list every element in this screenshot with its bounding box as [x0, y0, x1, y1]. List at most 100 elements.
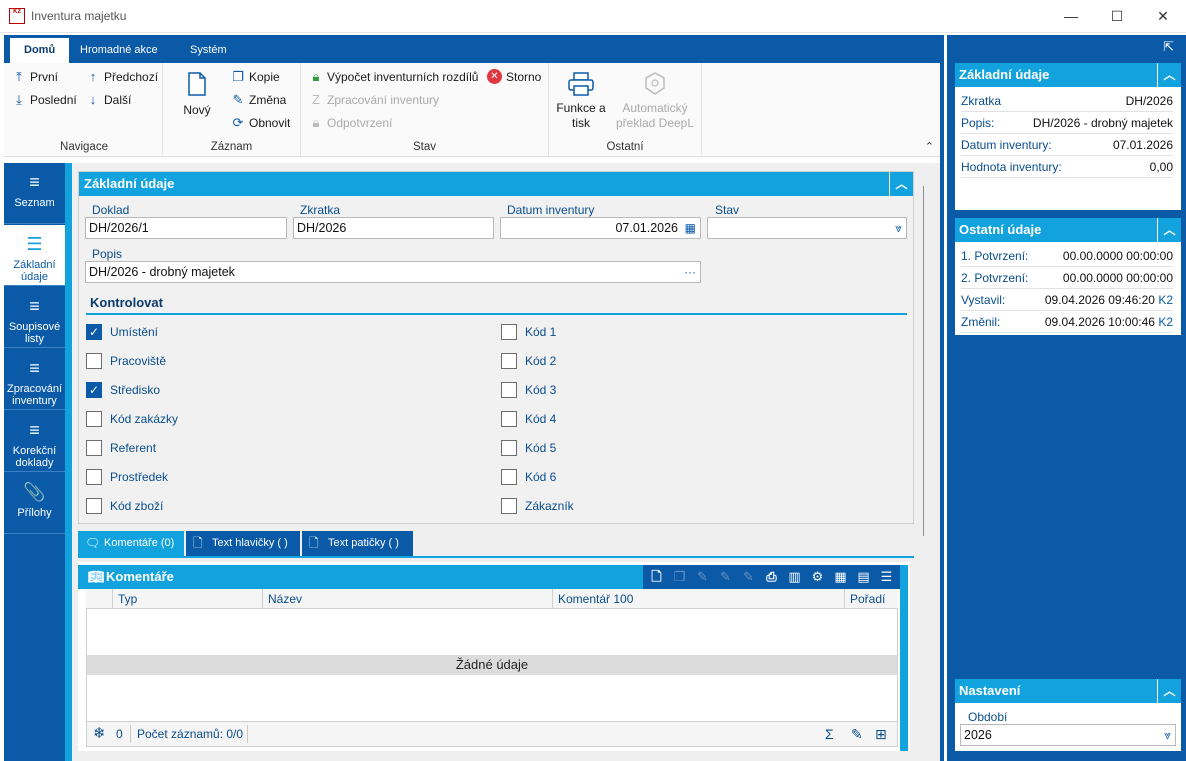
checkbox-referent[interactable]: Referent — [86, 440, 156, 456]
nav-item-zakladni-udaje[interactable]: ☰ Základní údaje — [4, 225, 65, 286]
minimize-button[interactable]: — — [1048, 0, 1094, 32]
tab-domu[interactable]: Domů — [10, 38, 70, 63]
checkbox-box[interactable] — [501, 353, 517, 369]
checkbox-box[interactable]: ✓ — [86, 324, 102, 340]
grid-scrollbar[interactable] — [900, 565, 908, 751]
doklad-field[interactable]: DH/2026/1 — [85, 217, 287, 239]
tab-text-paticky[interactable]: 🗋 Text patičky ( ) — [302, 531, 413, 556]
unconfirm-button[interactable]: 🔒︎ Odpotvrzení — [309, 115, 393, 131]
checkbox-box[interactable] — [501, 324, 517, 340]
tab-hromadne-akce[interactable]: Hromadné akce — [66, 38, 172, 63]
collapse-chevron-icon[interactable]: ︿ — [1157, 679, 1181, 703]
storno-button[interactable]: ✕ Storno — [487, 69, 541, 84]
main-scrollbar[interactable] — [923, 186, 924, 536]
user-link[interactable]: K2 — [1158, 293, 1173, 307]
new-button[interactable]: Nový — [177, 71, 217, 118]
tab-text-hlavicky[interactable]: 🗋 Text hlavičky ( ) — [186, 531, 300, 556]
move-record-icon[interactable]: ✎ — [739, 565, 758, 589]
footer-count: 0 — [116, 727, 123, 741]
checkbox-kod-4[interactable]: Kód 4 — [501, 411, 556, 427]
collapse-chevron-icon[interactable]: ︿ — [1157, 218, 1181, 242]
checkbox-kod-1[interactable]: Kód 1 — [501, 324, 556, 340]
ribbon-collapse-icon[interactable]: ⌃ — [925, 140, 934, 153]
first-button[interactable]: ⤒ První — [12, 69, 58, 85]
last-button[interactable]: ⤓ Poslední — [12, 92, 77, 108]
popout-icon[interactable]: ⇱ — [1163, 39, 1174, 55]
collapse-chevron-icon[interactable]: ︿ — [1157, 63, 1181, 87]
splitter-bar[interactable] — [940, 35, 944, 761]
checkbox-pracoviste[interactable]: Pracoviště — [86, 353, 166, 369]
new-record-icon[interactable]: 🗋 — [647, 565, 666, 589]
nav-item-soupisove-listy[interactable]: ≡ Soupisové listy — [4, 287, 65, 348]
column-poradi[interactable]: Pořadí — [844, 589, 898, 609]
checkbox-prostredek[interactable]: Prostředek — [86, 469, 168, 485]
snowflake-icon[interactable]: ❄ — [93, 722, 106, 746]
column-nazev[interactable]: Název — [262, 589, 552, 609]
copy-button[interactable]: ❐ Kopie — [231, 69, 280, 85]
export-icon[interactable]: ▤ — [854, 565, 873, 589]
deepl-translate-button[interactable]: Automatický překlad DeepL — [613, 71, 697, 131]
process-icon: Z — [312, 92, 320, 107]
print-icon[interactable]: ⎙ — [762, 565, 781, 589]
checkbox-kod-5[interactable]: Kód 5 — [501, 440, 556, 456]
edit-record-icon[interactable]: ✎ — [693, 565, 712, 589]
close-button[interactable]: ✕ — [1140, 0, 1186, 32]
refresh-button[interactable]: ⟳ Obnovit — [231, 115, 291, 131]
checkbox-box[interactable] — [86, 353, 102, 369]
print-functions-button[interactable]: Funkce a tisk — [555, 71, 607, 131]
checkbox-box[interactable] — [501, 382, 517, 398]
popis-field[interactable]: DH/2026 - drobný majetek ··· — [85, 261, 701, 283]
column-typ[interactable]: Typ — [112, 589, 262, 609]
checkbox-box[interactable] — [501, 469, 517, 485]
checkbox-umisteni[interactable]: ✓ Umístění — [86, 324, 158, 340]
checkbox-box[interactable] — [86, 440, 102, 456]
stav-select[interactable]: ⩔ — [707, 217, 907, 239]
column-komentar[interactable]: Komentář 100 — [552, 589, 844, 609]
dropdown-chevron-icon[interactable]: ⩔ — [895, 218, 902, 238]
obdobi-select[interactable]: 2026 ⩔ — [960, 724, 1176, 746]
tab-komentare[interactable]: 🗨︎ Komentáře (0) — [78, 531, 184, 556]
collapse-chevron-icon[interactable]: ︿ — [889, 172, 913, 196]
checkbox-kod-2[interactable]: Kód 2 — [501, 353, 556, 369]
nav-item-zpracovani-inventury[interactable]: ≡ Zpracování inventury — [4, 349, 65, 410]
group-icon[interactable]: ⚙ — [808, 565, 827, 589]
columns-icon[interactable]: ▦ — [831, 565, 850, 589]
delete-record-icon[interactable]: ✎ — [716, 565, 735, 589]
add-table-icon[interactable]: ⊞ — [875, 722, 887, 746]
previous-button[interactable]: ↑ Předchozí — [86, 69, 158, 84]
ellipsis-icon[interactable]: ··· — [684, 262, 696, 282]
tab-system[interactable]: Systém — [176, 38, 241, 63]
dropdown-chevron-icon[interactable]: ⩔ — [1164, 725, 1171, 745]
menu-icon[interactable]: ☰ — [877, 565, 896, 589]
copy-record-icon[interactable]: ❐ — [670, 565, 689, 589]
checkbox-stredisko[interactable]: ✓ Středisko — [86, 382, 160, 398]
nav-item-prilohy[interactable]: 📎 Přílohy — [4, 473, 65, 534]
nav-item-seznam[interactable]: ≡ Seznam — [4, 163, 65, 224]
checkbox-kod-3[interactable]: Kód 3 — [501, 382, 556, 398]
zkratka-field[interactable]: DH/2026 — [293, 217, 494, 239]
checkbox-box[interactable] — [501, 498, 517, 514]
calc-differences-button[interactable]: 🔒︎ Výpočet inventurních rozdílů — [309, 69, 479, 85]
checkbox-label: Kód 6 — [525, 470, 557, 484]
checkbox-zakaznik[interactable]: Zákazník — [501, 498, 574, 514]
checkbox-box[interactable] — [86, 411, 102, 427]
checkbox-box[interactable] — [501, 440, 517, 456]
change-button[interactable]: ✎ Změna — [231, 92, 287, 108]
checkbox-kod-zakazky[interactable]: Kód zakázky — [86, 411, 178, 427]
checkbox-box[interactable] — [86, 469, 102, 485]
checkbox-kod-6[interactable]: Kód 6 — [501, 469, 556, 485]
sum-icon[interactable]: Σ — [825, 722, 834, 746]
process-inventory-button[interactable]: Z Zpracování inventury — [309, 92, 439, 107]
checkbox-box[interactable] — [501, 411, 517, 427]
maximize-button[interactable]: ☐ — [1094, 0, 1140, 32]
nav-item-korekcni-doklady[interactable]: ≡ Korekční doklady — [4, 411, 65, 472]
next-button[interactable]: ↓ Další — [86, 92, 132, 107]
calendar-icon[interactable]: ▦ — [685, 218, 696, 238]
checkbox-box[interactable]: ✓ — [86, 382, 102, 398]
checkbox-kod-zbozi[interactable]: Kód zboží — [86, 498, 163, 514]
edit-icon[interactable]: ✎ — [851, 722, 863, 746]
user-link[interactable]: K2 — [1158, 315, 1173, 329]
bar-chart-icon[interactable]: ▥ — [785, 565, 804, 589]
checkbox-box[interactable] — [86, 498, 102, 514]
datum-field[interactable]: 07.01.2026 ▦ — [500, 217, 701, 239]
